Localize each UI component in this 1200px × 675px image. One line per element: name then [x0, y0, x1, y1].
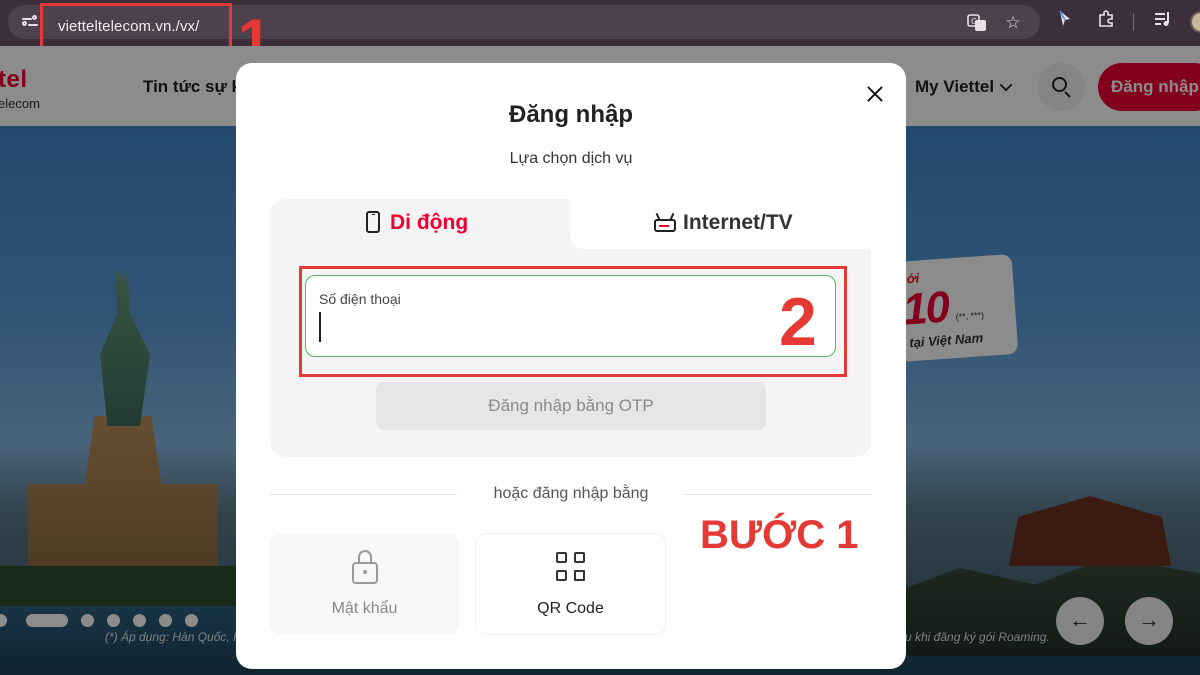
- divider-line: [685, 494, 871, 495]
- qr-login-label: QR Code: [537, 600, 604, 617]
- annotation-step-label: BƯỚC 1: [700, 513, 859, 557]
- annotation-number-2: 2: [779, 284, 817, 360]
- tab-internet-tv-label[interactable]: Internet/TV: [683, 211, 793, 235]
- media-queue-icon[interactable]: [1151, 10, 1175, 34]
- mobile-phone-icon: [366, 211, 380, 233]
- qr-login-button[interactable]: QR Code: [476, 534, 665, 634]
- profile-avatar[interactable]: [1190, 11, 1200, 33]
- lock-icon: [352, 550, 378, 584]
- password-login-label: Mật khẩu: [331, 600, 398, 617]
- otp-login-button[interactable]: Đăng nhập bằng OTP: [376, 382, 766, 430]
- cursor-extension-icon[interactable]: [1053, 10, 1077, 34]
- site-info-icon[interactable]: [22, 14, 40, 30]
- alt-login-divider-text: hoặc đăng nhập bằng: [493, 485, 649, 502]
- qr-code-icon: [556, 552, 586, 582]
- modal-title: Đăng nhập: [509, 101, 633, 128]
- translate-icon[interactable]: G: [966, 13, 988, 33]
- svg-text:G: G: [971, 17, 977, 26]
- password-login-button[interactable]: Mật khẩu: [270, 534, 459, 634]
- annotation-phone-highlight: [299, 266, 847, 377]
- router-icon: [654, 219, 676, 232]
- toolbar-separator: [1133, 13, 1134, 31]
- annotation-url-highlight: [40, 3, 232, 49]
- modal-subtitle: Lựa chọn dịch vụ: [509, 150, 633, 167]
- divider-line: [270, 494, 457, 495]
- tab-mobile-label[interactable]: Di động: [390, 211, 468, 235]
- star-icon[interactable]: ☆: [1002, 13, 1024, 33]
- puzzle-icon[interactable]: [1094, 10, 1118, 34]
